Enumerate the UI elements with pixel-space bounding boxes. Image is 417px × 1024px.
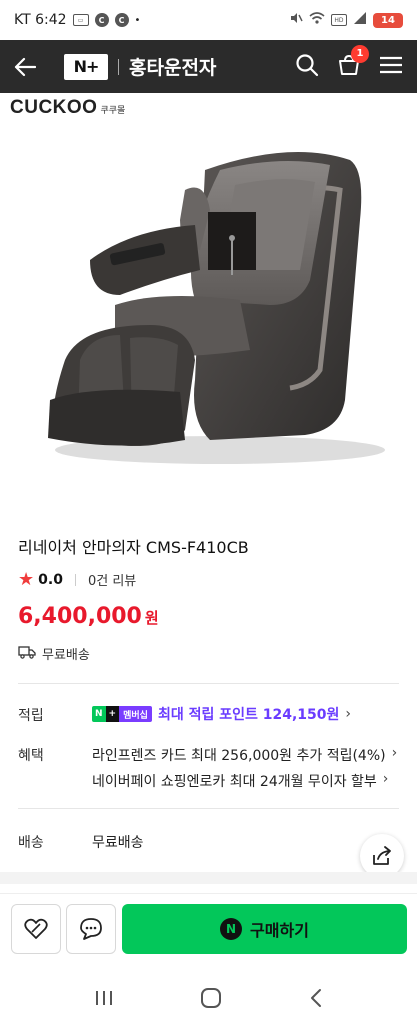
benefits-label: 혜택 (18, 748, 44, 764)
more-notifications-icon: • (134, 14, 141, 26)
brand-name: CUCKOO (10, 97, 98, 118)
rating-value: 0.0 (38, 571, 63, 588)
shipping-tag-label: 무료배송 (42, 648, 90, 663)
notification-box-icon: ▭ (72, 14, 89, 26)
wifi-icon (309, 11, 325, 29)
review-count[interactable]: 0건 리뷰 (88, 570, 136, 589)
back-arrow-icon[interactable] (14, 54, 40, 80)
battery-icon: 14 (373, 12, 403, 28)
hd-icon: HD (331, 14, 347, 26)
brand-sub: 쿠쿠몰 (100, 106, 126, 116)
buy-button[interactable]: N 구매하기 (122, 904, 407, 954)
naver-pay-icon: N (220, 918, 243, 940)
mute-icon (289, 11, 303, 29)
points-row[interactable]: N + 멤버십 최대 적립 포인트 124,150원 › (92, 704, 351, 724)
search-icon[interactable] (295, 53, 319, 81)
heart-icon (24, 918, 48, 939)
status-bar: KT 6:42 ▭ C C • HD 14 (0, 0, 417, 40)
notification-c-icon-2: C (114, 13, 129, 27)
points-label: 적립 (18, 708, 44, 724)
price-row: 6,400,000 원 (18, 604, 159, 629)
cart-button[interactable]: 1 (337, 44, 369, 81)
product-image[interactable] (20, 130, 400, 490)
section-band (0, 872, 417, 884)
truck-icon (18, 645, 36, 663)
talk-button[interactable] (66, 904, 116, 954)
signal-icon (353, 11, 367, 29)
star-icon: ★ (18, 569, 35, 590)
benefit-installment-row[interactable]: 네이버페이 쇼핑엔로카 최대 24개월 무이자 할부 › (92, 771, 388, 791)
brand-logo[interactable]: CUCKOO 쿠쿠몰 (10, 97, 125, 119)
rating-divider (74, 573, 76, 586)
benefit-card-row[interactable]: 라인프렌즈 카드 최대 256,000원 추가 적립(4%) › (92, 745, 397, 765)
section-divider (18, 808, 399, 809)
benefit-card-text: 라인프렌즈 카드 최대 256,000원 추가 적립(4%) (92, 748, 386, 764)
max-points-text: 최대 적립 포인트 124,150원 (157, 707, 340, 723)
buy-button-label: 구매하기 (250, 921, 309, 940)
chevron-right-icon: › (345, 706, 351, 722)
store-title[interactable]: 홍타운전자 (129, 53, 216, 80)
app-header: N+ 홍타운전자 1 (0, 40, 417, 93)
home-icon[interactable] (200, 987, 222, 1013)
currency-unit: 원 (144, 609, 159, 627)
notification-c-icon: C (94, 13, 109, 27)
carrier-time: KT 6:42 (14, 12, 67, 28)
system-nav-bar (0, 975, 417, 1024)
back-nav-icon[interactable] (308, 988, 324, 1012)
chevron-right-icon: › (382, 771, 389, 787)
naver-plus-logo[interactable]: N+ (64, 53, 108, 80)
section-divider (18, 683, 399, 684)
share-icon (373, 846, 391, 865)
menu-icon[interactable] (379, 55, 403, 79)
product-price: 6,400,000 (18, 604, 142, 629)
product-name: 리네이처 안마의자 CMS-F410CB (18, 538, 249, 557)
action-bar: N 구매하기 (0, 893, 417, 965)
recent-apps-icon[interactable] (93, 989, 115, 1011)
cart-count-badge: 1 (351, 44, 369, 63)
shipping-tag: 무료배송 (18, 644, 90, 663)
benefit-installment-text: 네이버페이 쇼핑엔로카 최대 24개월 무이자 할부 (92, 774, 377, 790)
delivery-label: 배송 (18, 835, 44, 851)
chat-bubble-icon (80, 918, 102, 940)
delivery-value: 무료배송 (92, 835, 144, 851)
rating-row[interactable]: ★ 0.0 0건 리뷰 (18, 569, 136, 590)
naver-membership-badge: N + 멤버십 (92, 706, 152, 722)
wishlist-button[interactable] (11, 904, 61, 954)
chevron-right-icon: › (391, 745, 398, 761)
header-separator (118, 58, 119, 75)
